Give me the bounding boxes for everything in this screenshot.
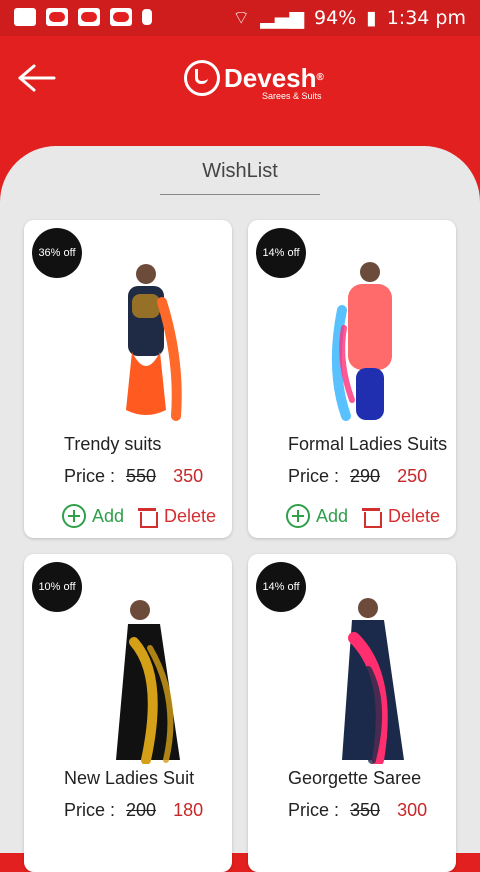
new-price: 350: [173, 466, 204, 486]
add-button[interactable]: Add: [286, 504, 348, 528]
wishlist-card[interactable]: 10% off New Ladies Suit Price : 200 180: [24, 554, 232, 872]
battery-icon: ▮: [366, 7, 377, 29]
gallery-icon: [14, 8, 36, 26]
product-name: Trendy suits: [64, 434, 162, 454]
brand-name: Devesh®: [224, 63, 324, 93]
new-price: 250: [397, 466, 428, 486]
wishlist-card[interactable]: 14% off Georgette Saree Price : 350 300: [248, 554, 456, 872]
app-icon-2: [78, 8, 100, 26]
wishlist-sheet: WishList 36% off Trendy suits Price : 55…: [0, 146, 480, 872]
delete-label: Delete: [388, 505, 441, 526]
price-row: Price : 200 180: [64, 800, 203, 821]
add-label: Add: [92, 505, 125, 526]
wishlist-card[interactable]: 14% off Formal Ladies Suits Price : 290 …: [248, 220, 456, 538]
price-row: Price : 290 250: [288, 466, 427, 487]
product-name: Formal Ladies Suits: [288, 434, 448, 454]
wishlist-title-underline: [160, 194, 320, 195]
discount-badge: 14% off: [256, 562, 306, 612]
trash-icon: [138, 506, 159, 528]
brand-tagline: Sarees & Suits: [262, 91, 322, 101]
add-plus-icon: [62, 504, 86, 528]
app-bar: Devesh® Sarees & Suits: [0, 36, 480, 146]
battery-percent: 94%: [314, 7, 357, 29]
card-actions: Add Delete: [286, 504, 440, 528]
wishlist-title: WishList: [202, 160, 278, 182]
status-left-icons: [14, 8, 152, 26]
key-icon: [142, 9, 152, 25]
product-image[interactable]: [312, 584, 422, 764]
price-row: Price : 350 300: [288, 800, 427, 821]
product-image[interactable]: [88, 250, 198, 430]
back-arrow-icon[interactable]: [14, 60, 58, 96]
new-price: 300: [397, 800, 428, 820]
trash-icon: [362, 506, 383, 528]
card-actions: Add Delete: [62, 504, 216, 528]
price-label: Price :: [288, 466, 340, 486]
wifi-icon: ⌔: [232, 7, 251, 29]
old-price: 290: [350, 466, 381, 486]
old-price: 350: [350, 800, 381, 820]
status-bar: ⌔ ▂▄▆ 94% ▮ 1:34 pm: [0, 0, 480, 36]
status-right: ⌔ ▂▄▆ 94% ▮ 1:34 pm: [232, 6, 466, 30]
old-price: 200: [126, 800, 157, 820]
discount-badge: 36% off: [32, 228, 82, 278]
add-plus-icon: [286, 504, 310, 528]
logo-mark-icon: [184, 60, 220, 96]
brand-logo: Devesh® Sarees & Suits: [184, 60, 324, 101]
delete-label: Delete: [164, 505, 217, 526]
product-name: New Ladies Suit: [64, 768, 195, 788]
delete-button[interactable]: Delete: [362, 505, 441, 528]
product-name: Georgette Saree: [288, 768, 422, 788]
add-button[interactable]: Add: [62, 504, 124, 528]
wishlist-card[interactable]: 36% off Trendy suits Price : 550 350 Add…: [24, 220, 232, 538]
discount-badge: 14% off: [256, 228, 306, 278]
price-row: Price : 550 350: [64, 466, 203, 487]
old-price: 550: [126, 466, 157, 486]
signal-icon: ▂▄▆: [260, 7, 305, 29]
product-image[interactable]: [88, 584, 198, 764]
new-price: 180: [173, 800, 204, 820]
price-label: Price :: [64, 466, 116, 486]
time: 1:34 pm: [386, 7, 466, 29]
add-label: Add: [316, 505, 349, 526]
discount-badge: 10% off: [32, 562, 82, 612]
delete-button[interactable]: Delete: [138, 505, 217, 528]
price-label: Price :: [64, 800, 116, 820]
app-icon-1: [46, 8, 68, 26]
price-label: Price :: [288, 800, 340, 820]
product-image[interactable]: [312, 250, 422, 430]
app-icon-3: [110, 8, 132, 26]
